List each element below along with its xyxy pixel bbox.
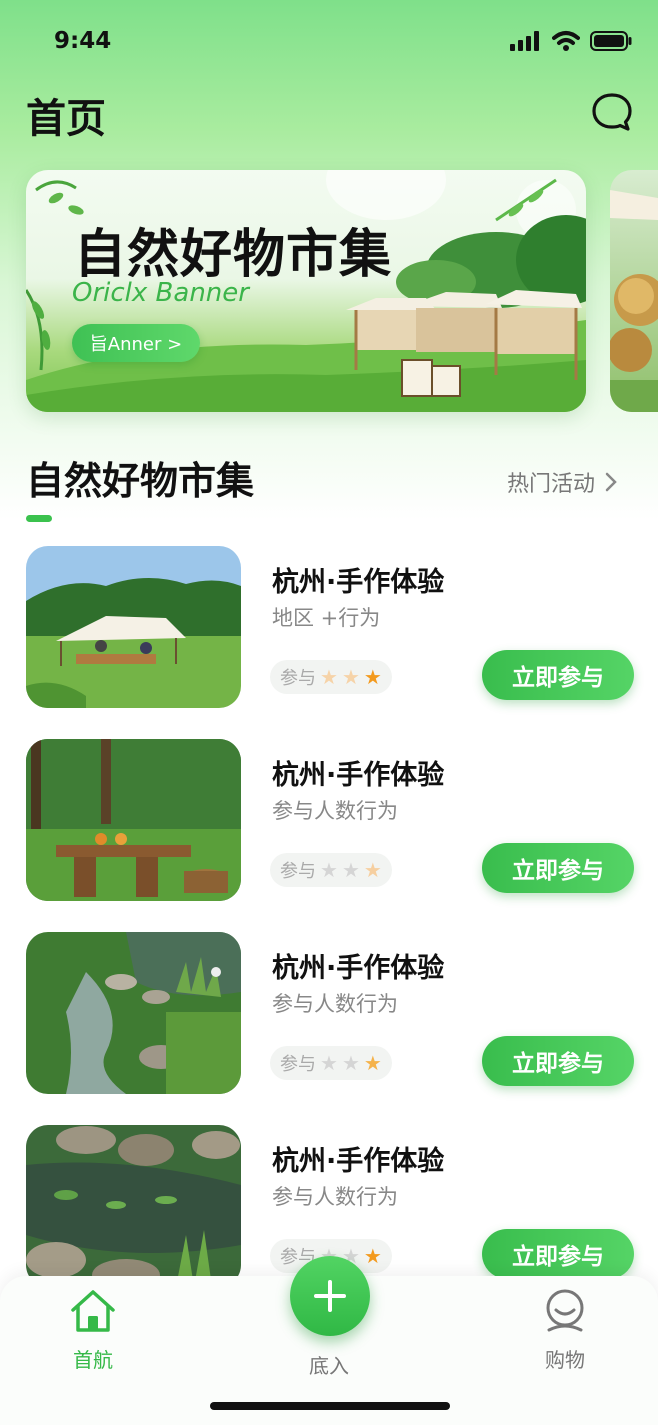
star-icon: ★ xyxy=(320,1051,338,1075)
chat-bubble-icon xyxy=(592,93,632,131)
star-icon: ★ xyxy=(320,858,338,882)
signal-icon xyxy=(510,31,539,51)
card-title: 杭州·手作体验 xyxy=(272,567,445,598)
stream-garden-photo xyxy=(26,932,241,1094)
status-bar: 9:44 xyxy=(0,0,658,86)
star-icon: ★ xyxy=(363,665,382,689)
banner-carousel-item[interactable]: 自然好物市集 Oriclx Banner 旨Anner > xyxy=(26,170,586,412)
activity-image xyxy=(26,739,241,901)
tab-profile[interactable]: 购物 xyxy=(505,1288,625,1373)
rating-label: 参与 xyxy=(280,668,316,689)
card-title: 杭州·手作体验 xyxy=(272,760,445,791)
activity-card[interactable]: 杭州·手作体验 参与人数行为 参与 ★ ★ ★ 立即参与 xyxy=(26,739,636,901)
star-icon: ★ xyxy=(320,665,338,689)
chevron-right-icon xyxy=(605,472,617,492)
activity-image xyxy=(26,932,241,1094)
card-title: 杭州·手作体验 xyxy=(272,953,445,984)
banner-subtitle: Oriclx Banner xyxy=(72,278,249,308)
activity-card[interactable]: 杭州·手作体验 地区 +行为 参与 ★ ★ ★ 立即参与 xyxy=(26,546,636,708)
home-icon xyxy=(71,1290,115,1332)
add-button[interactable] xyxy=(290,1256,370,1336)
banner-button[interactable]: 旨Anner > xyxy=(72,324,200,362)
tab-add[interactable]: 底入 xyxy=(269,1344,389,1379)
join-now-button[interactable]: 立即参与 xyxy=(482,1036,634,1086)
pond-rocks-photo xyxy=(26,1125,241,1287)
card-subtitle: 地区 +行为 xyxy=(272,606,381,630)
rating-badge: 参与 ★ ★ ★ xyxy=(270,853,392,887)
join-now-button[interactable]: 立即参与 xyxy=(482,650,634,700)
hot-activities-label: 热门活动 xyxy=(507,472,596,497)
rating-label: 参与 xyxy=(280,1054,316,1075)
hot-activities-link[interactable]: 热门活动 xyxy=(507,466,617,498)
forest-table-photo xyxy=(26,739,241,901)
status-time: 9:44 xyxy=(54,28,112,54)
tab-profile-label: 购物 xyxy=(545,1348,585,1372)
card-subtitle: 参与人数行为 xyxy=(272,799,398,823)
section-title-underline xyxy=(26,515,52,522)
star-icon: ★ xyxy=(363,1244,382,1268)
activity-image xyxy=(26,546,241,708)
battery-icon xyxy=(590,31,632,51)
rating-badge: 参与 ★ ★ ★ xyxy=(270,660,392,694)
star-icon: ★ xyxy=(341,665,360,689)
status-icons xyxy=(510,30,632,52)
section-title: 自然好物市集 xyxy=(26,459,255,503)
meadow-tent-photo xyxy=(26,546,241,708)
banner-next-preview[interactable] xyxy=(610,170,658,412)
rating-badge: 参与 ★ ★ ★ xyxy=(270,1046,392,1080)
banner-next-illustration xyxy=(610,190,658,412)
star-icon: ★ xyxy=(363,1051,382,1075)
tab-home[interactable]: 首航 xyxy=(33,1288,153,1373)
join-now-button[interactable]: 立即参与 xyxy=(482,843,634,893)
user-icon xyxy=(546,1289,584,1332)
card-subtitle: 参与人数行为 xyxy=(272,1185,398,1209)
page-title: 首页 xyxy=(26,96,106,142)
plus-icon xyxy=(314,1280,346,1312)
home-indicator xyxy=(210,1402,450,1410)
tab-add-label: 底入 xyxy=(309,1354,349,1378)
banner-title: 自然好物市集 xyxy=(74,225,393,285)
card-subtitle: 参与人数行为 xyxy=(272,992,398,1016)
activity-card[interactable]: 杭州·手作体验 参与人数行为 参与 ★ ★ ★ 立即参与 xyxy=(26,932,636,1094)
card-title: 杭州·手作体验 xyxy=(272,1146,445,1177)
star-icon: ★ xyxy=(363,858,382,882)
star-icon: ★ xyxy=(341,858,360,882)
join-now-button[interactable]: 立即参与 xyxy=(482,1229,634,1279)
rating-label: 参与 xyxy=(280,861,316,882)
star-icon: ★ xyxy=(341,1051,360,1075)
chat-button[interactable] xyxy=(590,90,634,134)
activity-image xyxy=(26,1125,241,1287)
wifi-icon xyxy=(552,31,580,51)
tab-home-label: 首航 xyxy=(73,1348,113,1372)
